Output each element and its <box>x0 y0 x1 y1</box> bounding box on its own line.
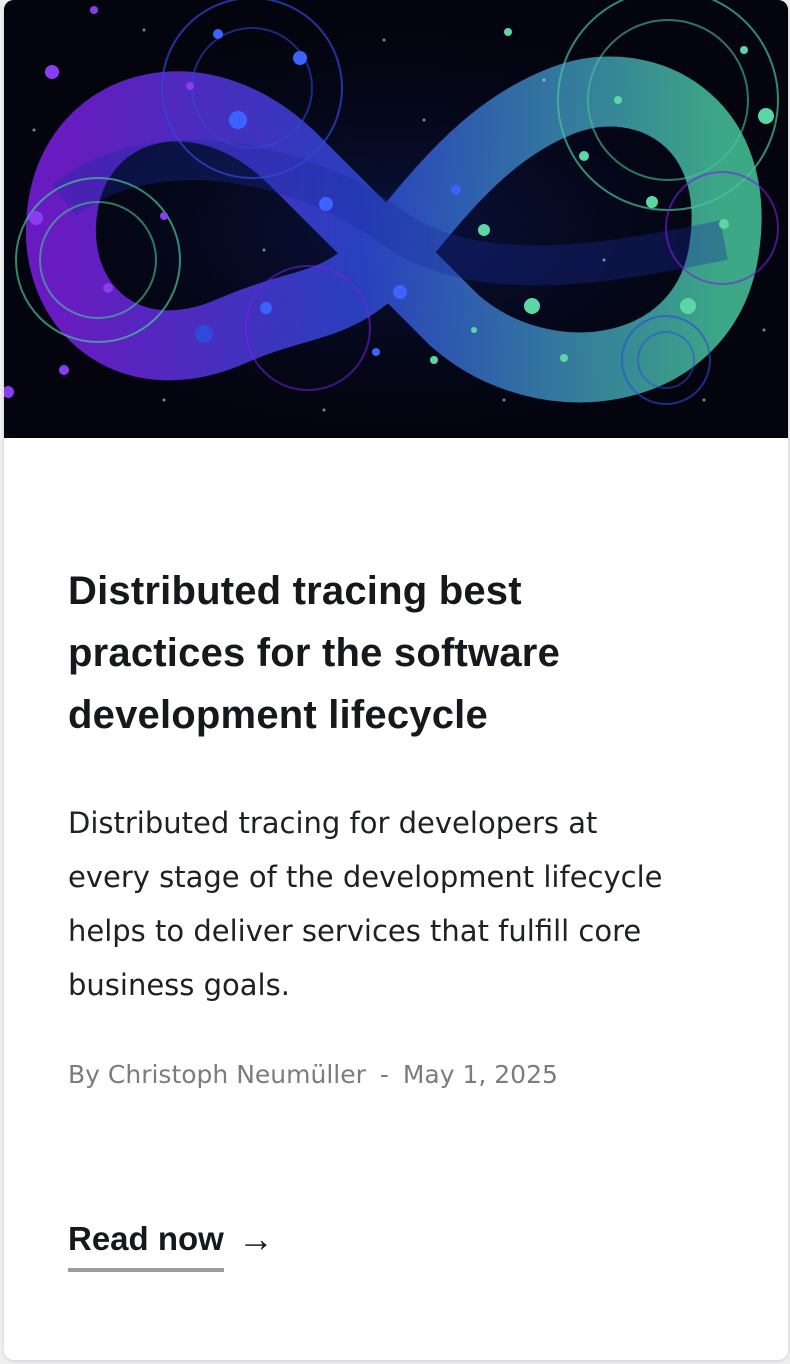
article-card[interactable]: Distributed tracing best practices for t… <box>4 0 788 1360</box>
infinity-graphic-icon <box>4 0 788 438</box>
author-name: By Christoph Neumüller <box>68 1060 366 1089</box>
card-content: Distributed tracing best practices for t… <box>68 560 708 1272</box>
read-now-label: Read now <box>68 1220 224 1272</box>
article-excerpt: Distributed tracing for developers at ev… <box>68 806 663 1002</box>
article-meta: By Christoph Neumüller - May 1, 2025 <box>68 1060 558 1089</box>
arrow-right-icon: → <box>237 1218 274 1259</box>
article-title[interactable]: Distributed tracing best practices for t… <box>68 560 708 746</box>
publish-date: May 1, 2025 <box>402 1060 558 1089</box>
hero-image <box>4 0 788 438</box>
meta-separator: - <box>379 1060 389 1089</box>
read-now-link[interactable]: Read now → <box>68 1218 274 1272</box>
